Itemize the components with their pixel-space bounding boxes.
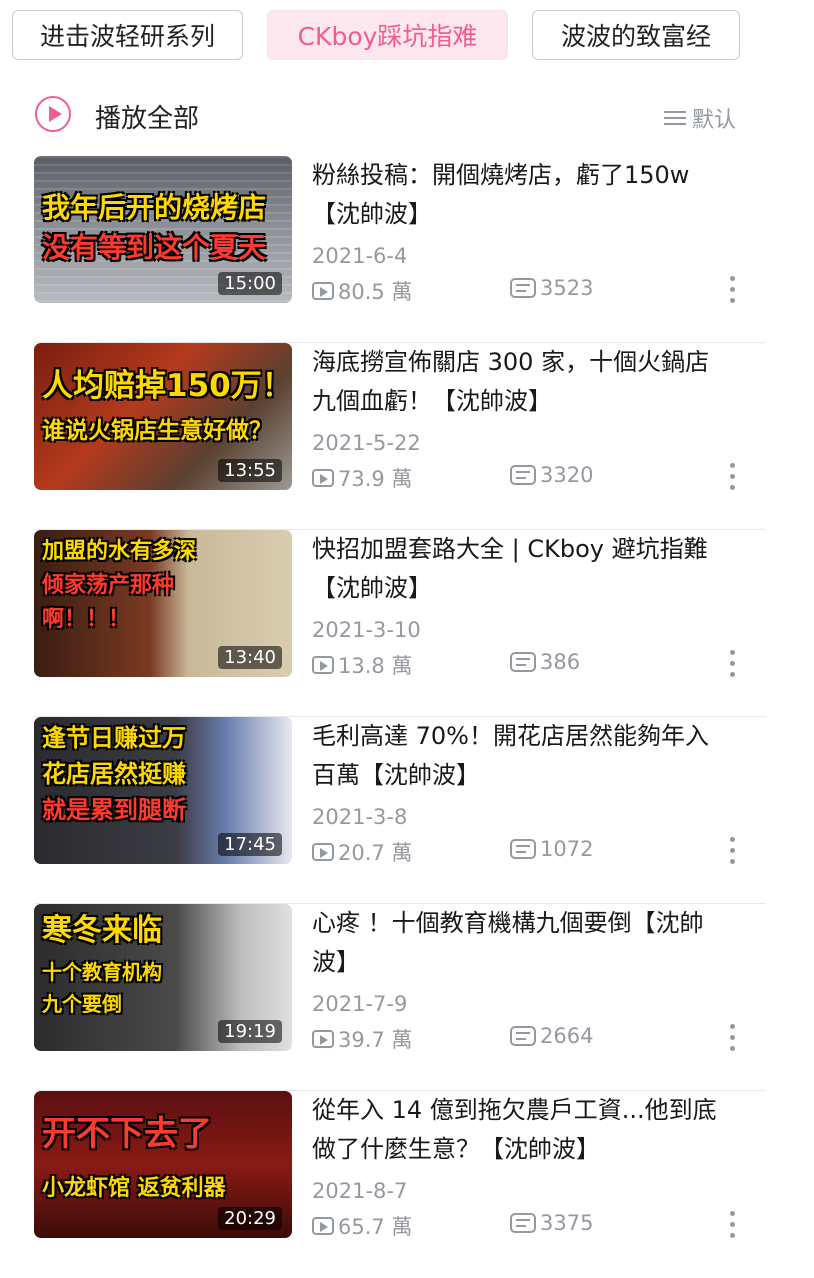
danmaku-count: 3320 [510,463,593,487]
play-count-icon [312,469,334,487]
view-count: 65.7 萬 [312,1211,412,1241]
thumbnail-caption-3: 啊！！！ [42,607,131,632]
video-thumbnail[interactable]: 我年后开的烧烤店 没有等到这个夏天 15:00 [34,156,292,303]
video-date: 2021-3-10 [312,618,421,642]
video-duration: 17:45 [218,833,282,856]
video-thumbnail[interactable]: 开不下去了 小龙虾馆 返贫利器 20:29 [34,1091,292,1238]
tab-series-2-selected[interactable]: CKboy踩坑指难 [267,10,508,60]
danmaku-count: 3523 [510,276,593,300]
video-title[interactable]: 粉絲投稿：開個燒烤店，虧了150w【沈帥波】 [312,156,732,234]
danmaku-count: 3375 [510,1211,593,1235]
video-thumbnail[interactable]: 加盟的水有多深 倾家荡产那种 啊！！！ 13:40 [34,530,292,677]
video-duration: 15:00 [218,272,282,295]
play-all-button[interactable]: 播放全部 [95,98,199,135]
video-date: 2021-7-9 [312,992,408,1016]
more-options-icon[interactable] [730,837,736,865]
play-count-icon [312,282,334,300]
video-item[interactable]: 逢节日赚过万 花店居然挺赚 就是累到腿断 17:45 毛利高達 70%！開花店居… [34,717,766,904]
thumbnail-caption-1: 寒冬来临 [42,913,162,948]
video-duration: 20:29 [218,1207,282,1230]
video-thumbnail[interactable]: 逢节日赚过万 花店居然挺赚 就是累到腿断 17:45 [34,717,292,864]
video-date: 2021-3-8 [312,805,408,829]
danmaku-icon [510,1213,536,1233]
video-item[interactable]: 开不下去了 小龙虾馆 返贫利器 20:29 從年入 14 億到拖欠農戶工資...… [34,1091,766,1278]
thumbnail-caption-1: 加盟的水有多深 [42,539,197,564]
thumbnail-caption-2: 十个教育机构 [42,960,162,984]
thumbnail-caption-2: 倾家荡产那种 [42,573,175,598]
sort-label: 默认 [691,108,736,133]
view-count: 13.8 萬 [312,650,412,680]
video-item[interactable]: 人均赔掉150万！ 谁说火锅店生意好做？ 13:55 海底撈宣佈關店 300 家… [34,343,766,530]
more-options-icon[interactable] [730,650,736,678]
video-date: 2021-8-7 [312,1179,408,1203]
view-count: 39.7 萬 [312,1024,412,1054]
thumbnail-caption-1: 开不下去了 [42,1114,212,1154]
play-count-icon [312,656,334,674]
sort-button[interactable]: 默认 [663,102,736,134]
thumbnail-caption-1: 人均赔掉150万！ [42,368,292,404]
thumbnail-caption-2: 小龙虾馆 返贫利器 [42,1176,226,1201]
more-options-icon[interactable] [730,1024,736,1052]
play-all-icon[interactable] [35,96,71,132]
video-title[interactable]: 心疼 ！十個教育機構九個要倒【沈帥波】 [312,904,732,982]
video-title[interactable]: 毛利高達 70%！開花店居然能夠年入百萬【沈帥波】 [312,717,732,795]
thumbnail-caption-2: 谁说火锅店生意好做？ [42,418,272,444]
video-duration: 13:40 [218,646,282,669]
thumbnail-caption-2: 花店居然挺赚 [42,760,186,788]
more-options-icon[interactable] [730,463,736,491]
tab-series-3[interactable]: 波波的致富经 [532,10,740,60]
thumbnail-caption-1: 逢节日赚过万 [42,724,186,752]
video-title[interactable]: 海底撈宣佈關店 300 家，十個火鍋店九個血虧！【沈帥波】 [312,343,732,421]
video-date: 2021-6-4 [312,244,408,268]
view-count: 73.9 萬 [312,463,412,493]
video-thumbnail[interactable]: 寒冬来临 十个教育机构 九个要倒 19:19 [34,904,292,1051]
danmaku-count: 2664 [510,1024,593,1048]
danmaku-count: 386 [510,650,580,674]
series-tabs: 进击波轻研系列 CKboy踩坑指难 波波的致富经 [0,10,814,62]
video-thumbnail[interactable]: 人均赔掉150万！ 谁说火锅店生意好做？ 13:55 [34,343,292,490]
video-title[interactable]: 從年入 14 億到拖欠農戶工資...他到底做了什麼生意？【沈帥波】 [312,1091,732,1169]
video-duration: 19:19 [218,1020,282,1043]
danmaku-icon [510,1026,536,1046]
video-item[interactable]: 加盟的水有多深 倾家荡产那种 啊！！！ 13:40 快招加盟套路大全 | CKb… [34,530,766,717]
danmaku-icon [510,278,536,298]
thumbnail-caption-3: 就是累到腿断 [42,796,186,824]
video-date: 2021-5-22 [312,431,421,455]
thumbnail-caption-2: 没有等到这个夏天 [42,231,267,264]
sort-list-icon [663,110,686,126]
view-count: 20.7 萬 [312,837,412,867]
tab-series-1[interactable]: 进击波轻研系列 [12,10,243,60]
play-all-bar: 播放全部 默认 [0,96,814,138]
play-count-icon [312,843,334,861]
danmaku-icon [510,652,536,672]
video-item[interactable]: 寒冬来临 十个教育机构 九个要倒 19:19 心疼 ！十個教育機構九個要倒【沈帥… [34,904,766,1091]
video-duration: 13:55 [218,459,282,482]
view-count: 80.5 萬 [312,276,412,306]
more-options-icon[interactable] [730,276,736,304]
play-count-icon [312,1030,334,1048]
video-title[interactable]: 快招加盟套路大全 | CKboy 避坑指難【沈帥波】 [312,530,732,608]
danmaku-icon [510,465,536,485]
thumbnail-caption-3: 九个要倒 [42,992,122,1016]
more-options-icon[interactable] [730,1211,736,1239]
danmaku-icon [510,839,536,859]
thumbnail-caption-1: 我年后开的烧烤店 [42,191,267,224]
danmaku-count: 1072 [510,837,593,861]
video-item[interactable]: 我年后开的烧烤店 没有等到这个夏天 15:00 粉絲投稿：開個燒烤店，虧了150… [34,156,766,343]
play-count-icon [312,1217,334,1235]
